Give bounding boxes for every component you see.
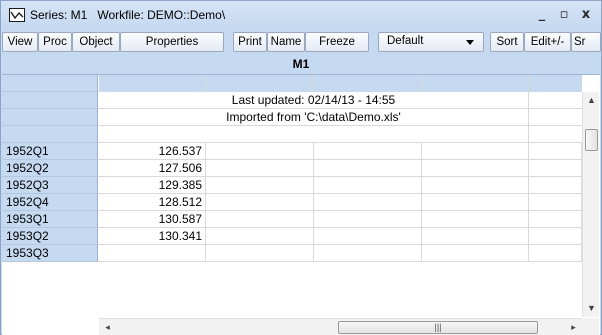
series-window: Series: M1 Workfile: DEMO::Demo\ _ ▫ x V… [0, 0, 602, 335]
value-cell[interactable]: 130.341 [99, 228, 206, 245]
scroll-right-icon[interactable]: ▸ [565, 319, 582, 335]
grid-cell[interactable] [314, 75, 422, 92]
grid-cell[interactable] [314, 177, 422, 194]
table-row: Last updated: 02/14/13 - 14:55 [2, 92, 582, 109]
print-button[interactable]: Print [233, 32, 267, 52]
grid-cell[interactable] [206, 75, 314, 92]
row-header [2, 75, 98, 92]
grid-cell[interactable] [529, 245, 582, 262]
grid-cell[interactable] [529, 75, 582, 92]
vertical-scrollbar[interactable]: ▲ ▼ [582, 92, 599, 317]
table-row: 1952Q2 127.506 [2, 160, 582, 177]
object-button[interactable]: Object [72, 32, 120, 52]
proc-button[interactable]: Proc [38, 32, 72, 52]
table-row: 1952Q1 126.537 [2, 143, 582, 160]
grid-cell[interactable] [422, 177, 529, 194]
grid-cell[interactable] [529, 211, 582, 228]
close-button[interactable]: x [576, 6, 596, 24]
grid-cell[interactable] [206, 211, 314, 228]
table-row: Imported from 'C:\data\Demo.xls' [2, 109, 582, 126]
grid-cell[interactable] [206, 245, 314, 262]
grid-cell[interactable] [422, 160, 529, 177]
grid-cell[interactable] [529, 228, 582, 245]
grid-cell[interactable] [314, 194, 422, 211]
view-button[interactable]: View [2, 32, 38, 52]
row-header[interactable]: 1953Q2 [2, 228, 98, 245]
grid-cell[interactable] [422, 194, 529, 211]
display-select[interactable]: Default [378, 32, 484, 52]
name-button[interactable]: Name [267, 32, 305, 52]
scroll-left-icon[interactable]: ◂ [99, 319, 116, 335]
grid-cell[interactable] [206, 228, 314, 245]
sort-button[interactable]: Sort [490, 32, 524, 52]
grid-cell[interactable] [206, 143, 314, 160]
series-icon [9, 8, 25, 22]
table-row: 1952Q4 128.512 [2, 194, 582, 211]
row-header[interactable]: 1953Q1 [2, 211, 98, 228]
value-cell[interactable] [99, 245, 206, 262]
spreadsheet-grid[interactable]: M1 Last updated: 02/14/13 - 14:55 Import… [2, 54, 600, 335]
row-header[interactable]: 1952Q4 [2, 194, 98, 211]
horizontal-scrollbar[interactable]: ◂ ||| ▸ [99, 318, 582, 335]
row-header[interactable]: 1953Q3 [2, 245, 98, 262]
grid-cell[interactable] [529, 194, 582, 211]
table-row: 1953Q3 [2, 245, 582, 262]
row-header[interactable]: 1952Q3 [2, 177, 98, 194]
table-row: 1953Q2 130.341 [2, 228, 582, 245]
grid-cell[interactable] [422, 228, 529, 245]
import-source-note: Imported from 'C:\data\Demo.xls' [99, 109, 529, 126]
smpl-button[interactable]: Sr [571, 32, 601, 52]
value-cell[interactable]: 126.537 [99, 143, 206, 160]
resize-grip-icon[interactable] [582, 318, 599, 335]
grid-cell[interactable] [422, 143, 529, 160]
scroll-down-icon[interactable]: ▼ [583, 300, 600, 317]
grid-cell[interactable] [206, 177, 314, 194]
row-header[interactable]: 1952Q2 [2, 160, 98, 177]
row-header [2, 126, 98, 143]
grid-cell[interactable] [529, 143, 582, 160]
value-cell[interactable]: 128.512 [99, 194, 206, 211]
grid-cell[interactable] [529, 177, 582, 194]
grid-cell[interactable] [99, 126, 529, 143]
grid-cell[interactable] [314, 245, 422, 262]
title-bar[interactable]: Series: M1 Workfile: DEMO::Demo\ _ ▫ x [1, 1, 601, 30]
grid-cell[interactable] [314, 211, 422, 228]
vertical-scroll-thumb[interactable] [585, 129, 598, 151]
grid-cell[interactable] [529, 160, 582, 177]
table-row [2, 126, 582, 143]
minimize-button[interactable]: _ [532, 6, 552, 24]
scroll-up-icon[interactable]: ▲ [583, 92, 600, 109]
row-header[interactable]: 1952Q1 [2, 143, 98, 160]
freeze-button[interactable]: Freeze [305, 32, 369, 52]
maximize-button[interactable]: ▫ [554, 6, 574, 24]
table-row: 1953Q1 130.587 [2, 211, 582, 228]
toolbar: View Proc Object Properties Print Name F… [1, 30, 601, 54]
last-updated-note: Last updated: 02/14/13 - 14:55 [99, 92, 529, 109]
value-cell[interactable]: 129.385 [99, 177, 206, 194]
grid-cell[interactable] [99, 75, 206, 92]
window-title: Series: M1 Workfile: DEMO::Demo\ [30, 8, 226, 22]
series-header: M1 [2, 54, 600, 75]
display-select-value: Default [387, 35, 424, 47]
properties-button[interactable]: Properties [120, 32, 224, 52]
grid-cell[interactable] [422, 75, 529, 92]
grid-cell[interactable] [314, 143, 422, 160]
grid-cell[interactable] [206, 160, 314, 177]
grid-cell[interactable] [422, 211, 529, 228]
row-header [2, 92, 98, 109]
table-row: 1952Q3 129.385 [2, 177, 582, 194]
horizontal-scroll-thumb[interactable]: ||| [338, 321, 538, 334]
value-cell[interactable]: 130.587 [99, 211, 206, 228]
value-cell[interactable]: 127.506 [99, 160, 206, 177]
grid-cell[interactable] [206, 194, 314, 211]
grid-cell[interactable] [314, 228, 422, 245]
row-header [2, 109, 98, 126]
grid-cell[interactable] [422, 245, 529, 262]
edit-button[interactable]: Edit+/- [524, 32, 571, 52]
grid-cell[interactable] [314, 160, 422, 177]
chevron-down-icon [466, 40, 474, 45]
table-row [2, 75, 582, 92]
